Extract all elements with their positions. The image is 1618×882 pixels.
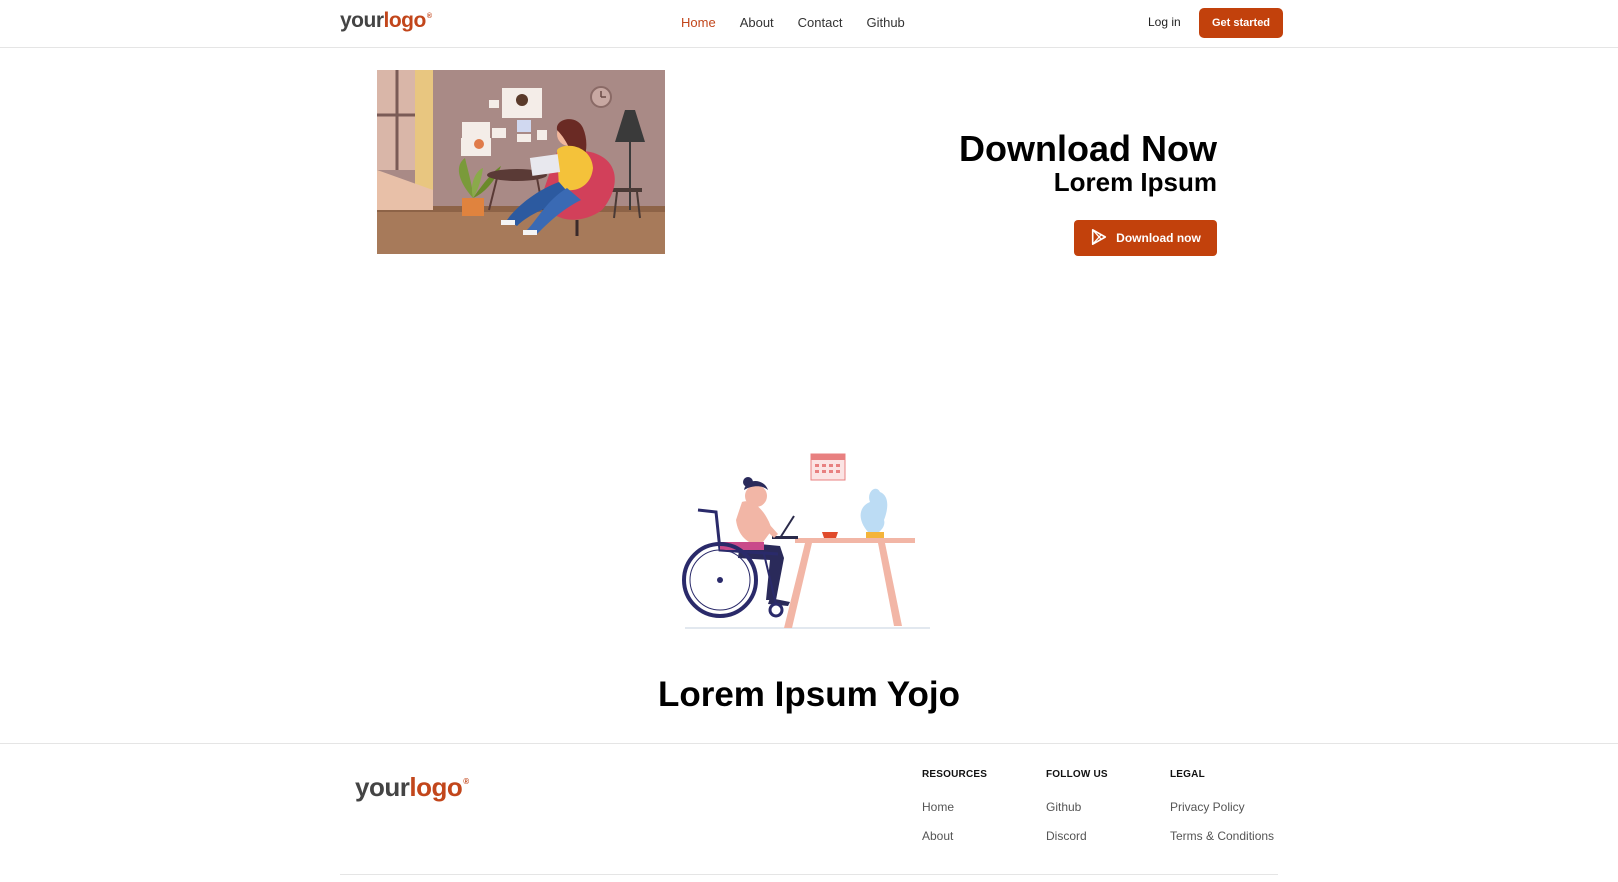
logo-registered-mark: ® xyxy=(463,777,469,786)
logo-text-logo: logo xyxy=(383,9,427,32)
header-logo[interactable]: your logo ® xyxy=(340,9,432,33)
login-link[interactable]: Log in xyxy=(1148,15,1181,29)
footer-link-about[interactable]: About xyxy=(922,829,987,843)
wheelchair-illustration xyxy=(680,450,935,632)
footer-link-terms[interactable]: Terms & Conditions xyxy=(1170,829,1274,843)
footer-heading-follow-us: FOLLOW US xyxy=(1046,769,1108,780)
hero-illustration xyxy=(377,70,665,254)
footer-column-follow-us: FOLLOW US Github Discord xyxy=(1046,769,1108,858)
footer-link-discord[interactable]: Discord xyxy=(1046,829,1108,843)
download-now-label: Download now xyxy=(1116,231,1201,245)
logo-text-your: your xyxy=(355,772,410,802)
main-nav: Home About Contact Github xyxy=(681,15,929,30)
footer-heading-legal: LEGAL xyxy=(1170,769,1205,780)
footer-logo[interactable]: your logo ® xyxy=(355,772,469,803)
play-store-icon xyxy=(1090,228,1108,249)
get-started-button[interactable]: Get started xyxy=(1199,8,1283,38)
nav-home[interactable]: Home xyxy=(681,15,716,30)
download-now-button[interactable]: Download now xyxy=(1074,220,1217,256)
site-footer: your logo ® RESOURCES Home About FOLLOW US… xyxy=(0,743,1618,882)
footer-link-home[interactable]: Home xyxy=(922,800,987,814)
logo-text-your: your xyxy=(340,9,384,32)
footer-heading-resources: RESOURCES xyxy=(922,769,988,780)
footer-column-legal: LEGAL Privacy Policy Terms & Conditions xyxy=(1170,769,1274,858)
site-header: your logo ® Home About Contact Github Log … xyxy=(0,0,1618,48)
footer-link-github[interactable]: Github xyxy=(1046,800,1108,814)
hero-subtitle: Lorem Ipsum xyxy=(1053,167,1217,197)
nav-contact[interactable]: Contact xyxy=(798,15,843,30)
nav-about[interactable]: About xyxy=(740,15,774,30)
logo-registered-mark: ® xyxy=(426,13,432,20)
nav-github[interactable]: Github xyxy=(866,15,904,30)
logo-text-logo: logo xyxy=(409,772,463,802)
footer-column-resources: RESOURCES Home About xyxy=(922,769,987,858)
hero-title: Download Now xyxy=(959,128,1217,169)
section-title: Lorem Ipsum Yojo xyxy=(657,675,961,714)
footer-link-privacy-policy[interactable]: Privacy Policy xyxy=(1170,800,1274,814)
footer-divider xyxy=(340,874,1278,875)
